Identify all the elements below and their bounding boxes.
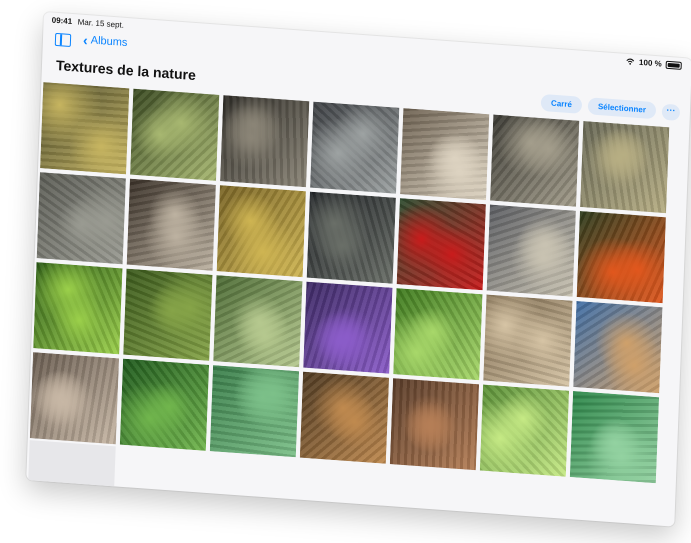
chevron-left-icon: ‹: [82, 31, 89, 48]
photo-thumbnail-dark-branches[interactable]: [306, 191, 396, 284]
ipad-screen: 09:41 Mar. 15 sept. 100 % ‹ Albums Textu…: [26, 12, 691, 527]
photo-texture: [490, 114, 580, 207]
photo-texture: [310, 101, 400, 194]
photo-texture: [123, 268, 213, 361]
photo-thumbnail-palm-trunk[interactable]: [126, 178, 216, 271]
select-button[interactable]: Sélectionner: [587, 97, 657, 120]
photo-texture: [33, 262, 123, 355]
photo-thumbnail-red-flower[interactable]: [396, 198, 486, 291]
photo-thumbnail-pebble-mosaic[interactable]: [486, 204, 576, 297]
photo-thumbnail-agave[interactable]: [213, 275, 303, 368]
photo-thumbnail-succulent-rosette[interactable]: [479, 384, 570, 477]
photo-thumbnail-purple-flower[interactable]: [303, 281, 393, 374]
photo-thumbnail-ivy[interactable]: [119, 358, 210, 451]
battery-percent: 100 %: [638, 57, 662, 69]
add-photo-tile[interactable]: +: [26, 440, 116, 527]
toolbar: Carré Sélectionner ···: [540, 93, 681, 121]
photo-texture: [209, 365, 300, 458]
photo-texture: [119, 358, 210, 451]
photo-texture: [396, 198, 486, 291]
photo-texture: [400, 108, 490, 201]
photo-texture: [569, 391, 660, 484]
photo-texture: [393, 288, 483, 381]
wifi-icon: [626, 58, 635, 65]
square-view-button[interactable]: Carré: [540, 93, 583, 114]
photo-texture: [126, 178, 216, 271]
photo-texture: [40, 82, 130, 175]
battery-icon: [665, 60, 682, 70]
photo-texture: [306, 191, 396, 284]
photo-thumbnail-gravel-pebbles[interactable]: [310, 101, 400, 194]
photo-thumbnail-succulent-leaves[interactable]: [130, 88, 220, 181]
photo-thumbnail-tree-bark[interactable]: [220, 95, 310, 188]
photo-texture: [479, 384, 570, 477]
plus-icon: +: [63, 480, 78, 507]
photo-thumbnail-porous-stone[interactable]: [490, 114, 580, 207]
photo-thumbnail-green-leaf[interactable]: [209, 365, 300, 458]
photo-thumbnail-boulder[interactable]: [36, 172, 126, 265]
photo-thumbnail-leaf-veins[interactable]: [569, 391, 660, 484]
photo-texture: [573, 301, 663, 394]
photo-thumbnail-orange-flower[interactable]: [576, 211, 666, 304]
photo-thumbnail-ferns[interactable]: [33, 262, 123, 355]
photo-thumbnail-seed-heads[interactable]: [483, 294, 573, 387]
status-date: Mar. 15 sept.: [77, 17, 125, 30]
photo-thumbnail-blue-sky-plant[interactable]: [573, 301, 663, 394]
more-icon[interactable]: ···: [661, 103, 681, 121]
photo-texture: [580, 121, 670, 214]
photo-thumbnail-pine-cone-scales[interactable]: [40, 82, 130, 175]
status-right: 100 %: [626, 57, 682, 70]
photo-texture: [576, 211, 666, 304]
photo-thumbnail-lichen-rock[interactable]: [580, 121, 670, 214]
screenshot-stage: 09:41 Mar. 15 sept. 100 % ‹ Albums Textu…: [0, 0, 691, 543]
photo-texture: [483, 294, 573, 387]
photo-texture: [389, 378, 480, 471]
photo-texture: [216, 185, 306, 278]
back-to-albums-button[interactable]: ‹ Albums: [82, 31, 128, 50]
photo-texture: [213, 275, 303, 368]
photo-thumbnail-green-foliage[interactable]: [393, 288, 483, 381]
photo-texture: [130, 88, 220, 181]
photo-texture: [29, 352, 120, 445]
photo-texture: [303, 281, 393, 374]
photo-thumbnail-cut-log[interactable]: [400, 108, 490, 201]
photo-thumbnail-dried-flower[interactable]: [299, 371, 390, 464]
photo-texture: [486, 204, 576, 297]
back-label: Albums: [90, 34, 128, 50]
photo-thumbnail-shrub[interactable]: [123, 268, 213, 361]
photo-texture: [36, 172, 126, 265]
photo-thumbnail-cactus-spines[interactable]: [216, 185, 306, 278]
photo-thumbnail-bark-chips[interactable]: [29, 352, 120, 445]
photo-thumbnail-wood-grain[interactable]: [389, 378, 480, 471]
sidebar-toggle-icon[interactable]: [54, 32, 72, 48]
photo-texture: [299, 371, 390, 464]
status-time: 09:41: [51, 15, 73, 27]
photo-texture: [220, 95, 310, 188]
